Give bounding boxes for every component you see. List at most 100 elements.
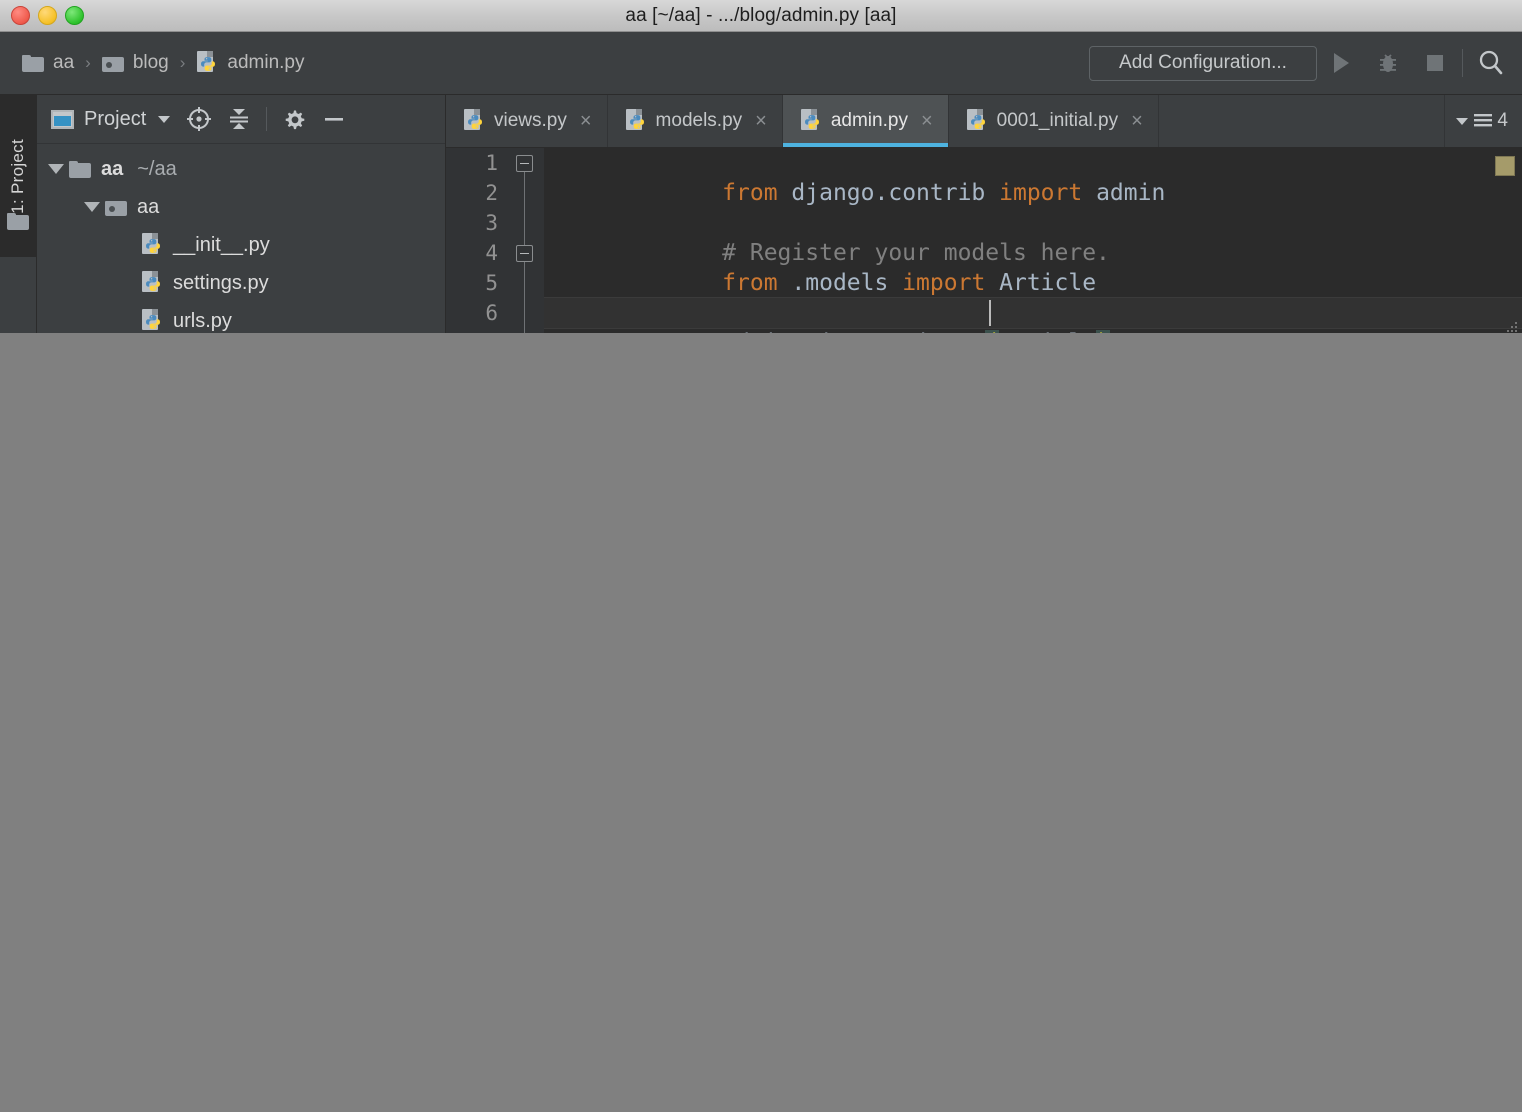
- close-window-button[interactable]: [11, 6, 30, 25]
- python-logo-icon: [970, 115, 985, 129]
- editor-area: views.py × models.py × admin.py × 0001_i…: [446, 95, 1522, 333]
- text-caret: [989, 300, 991, 326]
- breadcrumb-label: blog: [132, 52, 169, 73]
- package-folder-icon: [101, 55, 124, 72]
- fold-marker-line-4[interactable]: [516, 245, 533, 262]
- breadcrumb-item-blog[interactable]: blog: [96, 49, 175, 77]
- code-folding-strip[interactable]: [508, 148, 544, 333]
- run-button[interactable]: [1317, 38, 1364, 88]
- code-token: Article: [999, 270, 1097, 296]
- package-folder-icon: [105, 199, 127, 216]
- line-number: 1: [485, 151, 498, 175]
- stop-icon: [1426, 55, 1443, 71]
- folder-icon: [69, 160, 91, 178]
- python-file-icon: [463, 109, 485, 133]
- expand-arrow-icon[interactable]: [43, 164, 69, 174]
- python-logo-icon: [804, 115, 819, 129]
- breadcrumb-label: admin.py: [227, 52, 305, 73]
- play-icon: [1333, 53, 1349, 73]
- chevron-down-icon: [158, 116, 171, 123]
- tree-row-file-init[interactable]: __init__.py: [37, 226, 445, 264]
- python-logo-icon: [468, 115, 482, 129]
- editor-tab-admin[interactable]: admin.py ×: [782, 95, 949, 147]
- code-token: .models: [791, 270, 903, 296]
- python-file-icon: [966, 109, 988, 133]
- python-logo-icon: [629, 115, 644, 129]
- project-tool-window: Project aa ~/aa aa __init__.py settings.…: [37, 95, 446, 333]
- tree-row-package-aa[interactable]: aa: [37, 188, 445, 226]
- debug-button[interactable]: [1364, 38, 1411, 88]
- tree-item-path: ~/aa: [137, 157, 177, 180]
- python-file-icon: [141, 271, 163, 295]
- editor-tab-label: admin.py: [830, 110, 908, 131]
- stop-button[interactable]: [1411, 38, 1458, 88]
- inspection-status-marker[interactable]: [1495, 156, 1515, 176]
- tree-item-label: aa: [101, 157, 124, 180]
- close-icon[interactable]: ×: [755, 111, 767, 131]
- tree-item-label: urls.py: [173, 309, 232, 332]
- tool-window-tab-project[interactable]: 1: Project: [0, 95, 36, 257]
- python-logo-icon: [146, 239, 160, 253]
- editor-tab-bar: views.py × models.py × admin.py × 0001_i…: [446, 95, 1522, 148]
- tab-count-label: 4: [1497, 110, 1508, 131]
- fold-region-line: [524, 172, 525, 245]
- python-file-icon: [625, 109, 647, 133]
- settings-button[interactable]: [275, 100, 313, 138]
- code-token: admin: [1096, 180, 1166, 206]
- python-logo-icon: [146, 315, 160, 329]
- maximize-window-button[interactable]: [65, 6, 84, 25]
- breadcrumb-separator: ›: [85, 53, 91, 72]
- toolbar-divider: [1462, 49, 1463, 77]
- editor-tab-models[interactable]: models.py ×: [608, 95, 783, 147]
- target-icon: [187, 107, 212, 131]
- hide-panel-button[interactable]: [315, 100, 353, 138]
- code-line-3: # Register your models here.: [556, 208, 1110, 266]
- code-token: admin.site.register: [722, 330, 985, 333]
- toolbar-actions: Add Configuration...: [1089, 32, 1522, 94]
- breadcrumb-item-project[interactable]: aa: [16, 49, 80, 77]
- project-view-selector[interactable]: Project: [51, 108, 178, 131]
- project-tree: aa ~/aa aa __init__.py settings.py urls.…: [37, 144, 445, 333]
- close-icon[interactable]: ×: [921, 111, 933, 131]
- tree-row-file-urls[interactable]: urls.py: [37, 302, 445, 333]
- fold-marker-line-1[interactable]: [516, 155, 533, 172]
- editor-tab-label: 0001_initial.py: [996, 110, 1119, 131]
- close-icon[interactable]: ×: [1131, 111, 1143, 131]
- code-line-1: from django.contrib import admin: [556, 148, 1165, 206]
- tree-row-project-root[interactable]: aa ~/aa: [37, 150, 445, 188]
- resize-grip-icon[interactable]: [1504, 319, 1520, 333]
- line-number: 3: [485, 211, 498, 235]
- main-content-row: 1: Project Project aa ~/aa aa __init__.p…: [0, 95, 1522, 333]
- folder-icon: [22, 54, 44, 72]
- breadcrumb: aa › blog › admin.py: [0, 48, 311, 78]
- add-configuration-button[interactable]: Add Configuration...: [1089, 45, 1317, 81]
- editor-tab-label: models.py: [655, 110, 743, 131]
- editor-tab-migration[interactable]: 0001_initial.py ×: [949, 95, 1159, 147]
- code-token: import: [902, 270, 1000, 296]
- tree-item-label: __init__.py: [173, 233, 270, 256]
- breadcrumb-item-file[interactable]: admin.py: [190, 48, 310, 78]
- line-number: 4: [485, 241, 498, 265]
- tree-item-label: aa: [137, 195, 160, 218]
- search-everywhere-button[interactable]: [1467, 38, 1514, 88]
- tree-row-file-settings[interactable]: settings.py: [37, 264, 445, 302]
- editor-body: 1 2 3 4 5 6 from django.contrib import a…: [446, 148, 1522, 333]
- expand-arrow-icon[interactable]: [79, 202, 105, 212]
- window-titlebar: aa [~/aa] - .../blog/admin.py [aa]: [0, 0, 1522, 32]
- python-file-icon: [141, 309, 163, 333]
- editor-gutter[interactable]: 1 2 3 4 5 6: [446, 148, 508, 333]
- panel-toolbar-divider: [266, 107, 268, 131]
- close-icon[interactable]: ×: [580, 111, 592, 131]
- breadcrumb-label: aa: [53, 52, 75, 73]
- folder-icon[interactable]: [7, 213, 29, 230]
- left-tool-window-strip: 1: Project: [0, 95, 37, 333]
- code-token: Article: [999, 330, 1096, 333]
- tab-list-control[interactable]: 4: [1444, 95, 1522, 147]
- scroll-from-source-button[interactable]: [180, 100, 218, 138]
- pycharm-window: aa [~/aa] - .../blog/admin.py [aa] aa › …: [0, 0, 1522, 333]
- collapse-all-button[interactable]: [220, 100, 258, 138]
- editor-tab-views[interactable]: views.py ×: [446, 95, 608, 147]
- code-editor-surface[interactable]: from django.contrib import admin # Regis…: [544, 148, 1522, 333]
- tool-window-tab-label: 1: Project: [8, 138, 27, 214]
- minimize-window-button[interactable]: [38, 6, 57, 25]
